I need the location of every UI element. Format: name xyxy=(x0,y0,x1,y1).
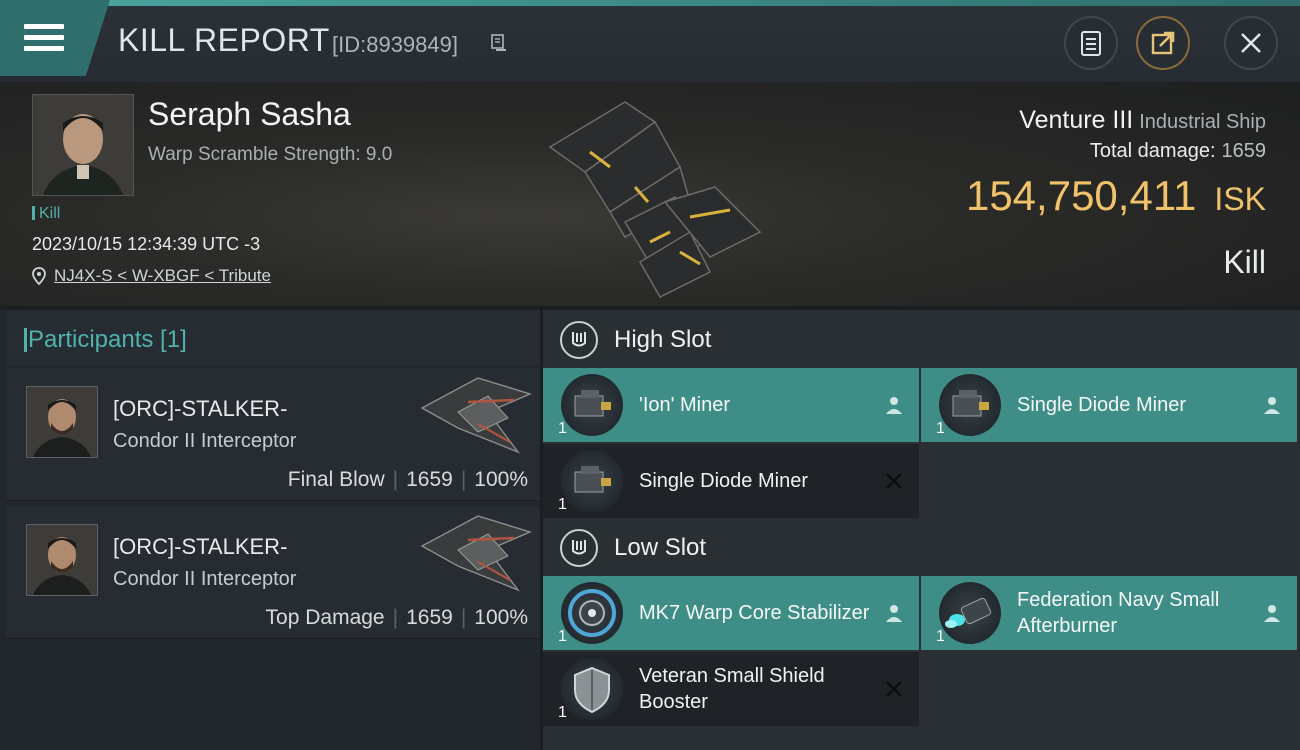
page-title: KILL REPORT xyxy=(118,22,330,58)
participant-stats: Final Blow | 1659 | 100% xyxy=(287,468,528,491)
clipboard-icon xyxy=(1081,31,1101,56)
destroyed-x-icon xyxy=(886,681,902,697)
module-qty: 1 xyxy=(936,628,945,645)
module-name: Single Diode Miner xyxy=(1017,394,1186,416)
copy-icon[interactable] xyxy=(490,34,508,52)
close-button[interactable] xyxy=(1224,16,1278,70)
afterburner-icon xyxy=(939,582,1001,644)
avatar xyxy=(26,524,98,596)
close-icon xyxy=(1241,33,1261,53)
kill-location[interactable]: NJ4X-S < W-XBGF < Tribute xyxy=(32,266,271,286)
participant-role: Top Damage xyxy=(265,606,385,629)
isk-unit: ISK xyxy=(1214,181,1266,217)
isk-value: 154,750,411 ISK xyxy=(966,172,1266,220)
module-qty: 1 xyxy=(558,628,567,645)
condor-ship-image xyxy=(420,377,533,454)
module-name: Federation Navy Small Afterburner xyxy=(1017,589,1220,637)
low-slot-icon xyxy=(560,529,598,567)
location-pin-icon xyxy=(32,267,46,285)
low-slot-header: Low Slot xyxy=(560,528,860,568)
participant-ship: Condor II Interceptor xyxy=(113,568,297,590)
person-icon xyxy=(886,397,902,414)
module-card[interactable]: 1 Federation Navy Small Afterburner xyxy=(921,576,1297,650)
participant-card[interactable]: [ORC]-STALKER- Condor II Interceptor Fin… xyxy=(6,368,540,501)
ship-class: Industrial Ship xyxy=(1139,111,1266,133)
participant-percent: 100% xyxy=(474,468,528,491)
module-card[interactable]: 1 Veteran Small Shield Booster xyxy=(543,652,919,726)
high-slot-header: High Slot xyxy=(560,320,860,360)
kill-datetime: 2023/10/15 12:34:39 UTC -3 xyxy=(32,234,261,254)
high-slot-icon xyxy=(560,321,598,359)
module-qty: 1 xyxy=(558,704,567,721)
high-slot-title: High Slot xyxy=(614,326,712,353)
isk-amount: 154,750,411 xyxy=(965,172,1197,219)
miner-icon xyxy=(561,374,623,436)
condor-ship-image xyxy=(420,515,533,592)
kill-type: Kill xyxy=(1223,244,1266,280)
ship-name: Venture III xyxy=(1019,106,1134,134)
share-button[interactable] xyxy=(1136,16,1190,70)
menu-icon[interactable] xyxy=(24,24,64,56)
participant-role: Final Blow xyxy=(287,468,385,491)
kill-tag: Kill xyxy=(32,205,60,223)
destroyed-x-icon xyxy=(886,473,902,489)
miner-icon xyxy=(939,374,1001,436)
avatar xyxy=(33,95,133,195)
module-qty: 1 xyxy=(558,496,567,513)
report-id: [ID:8939849] xyxy=(332,32,458,57)
module-name: MK7 Warp Core Stabilizer xyxy=(639,602,870,624)
victim-portrait[interactable] xyxy=(32,94,134,196)
low-slot-title: Low Slot xyxy=(614,534,707,561)
participant-name: [ORC]-STALKER- xyxy=(113,534,288,559)
venture-ship-image xyxy=(548,101,762,298)
participant-stats: Top Damage | 1659 | 100% xyxy=(265,606,528,629)
module-card[interactable]: 1 Single Diode Miner xyxy=(543,444,919,518)
module-card[interactable]: 1 'Ion' Miner xyxy=(543,368,919,442)
module-card[interactable]: 1 MK7 Warp Core Stabilizer xyxy=(543,576,919,650)
victim-ship[interactable]: Venture III Industrial Ship xyxy=(1019,106,1266,135)
warp-core-stabilizer-icon xyxy=(561,582,623,644)
module-name: Veteran Small Shield Booster xyxy=(639,665,825,713)
avatar xyxy=(26,386,98,458)
clipboard-button[interactable] xyxy=(1064,16,1118,70)
participant-name: [ORC]-STALKER- xyxy=(113,396,288,421)
warp-scramble-strength: Warp Scramble Strength: 9.0 xyxy=(148,144,393,165)
person-icon xyxy=(886,605,902,622)
module-name: Single Diode Miner xyxy=(639,470,808,492)
victim-name[interactable]: Seraph Sasha xyxy=(148,96,351,133)
module-qty: 1 xyxy=(936,420,945,437)
module-card[interactable]: 1 Single Diode Miner xyxy=(921,368,1297,442)
participant-card[interactable]: [ORC]-STALKER- Condor II Interceptor Top… xyxy=(6,506,540,639)
miner-icon xyxy=(561,450,623,512)
total-damage: Total damage: 1659 xyxy=(1090,140,1266,163)
total-damage-label: Total damage: xyxy=(1089,140,1216,162)
share-icon xyxy=(1151,31,1175,55)
participant-percent: 100% xyxy=(474,606,528,629)
module-name: 'Ion' Miner xyxy=(639,394,731,416)
participants-title: Participants [1] xyxy=(24,326,187,353)
total-damage-value: 1659 xyxy=(1221,140,1267,162)
person-icon xyxy=(1264,605,1280,622)
module-qty: 1 xyxy=(558,420,567,437)
participant-damage: 1659 xyxy=(406,606,453,629)
location-link[interactable]: NJ4X-S < W-XBGF < Tribute xyxy=(54,266,271,286)
participant-damage: 1659 xyxy=(406,468,453,491)
shield-booster-icon xyxy=(561,658,623,720)
participant-ship: Condor II Interceptor xyxy=(113,430,297,452)
person-icon xyxy=(1264,397,1280,414)
